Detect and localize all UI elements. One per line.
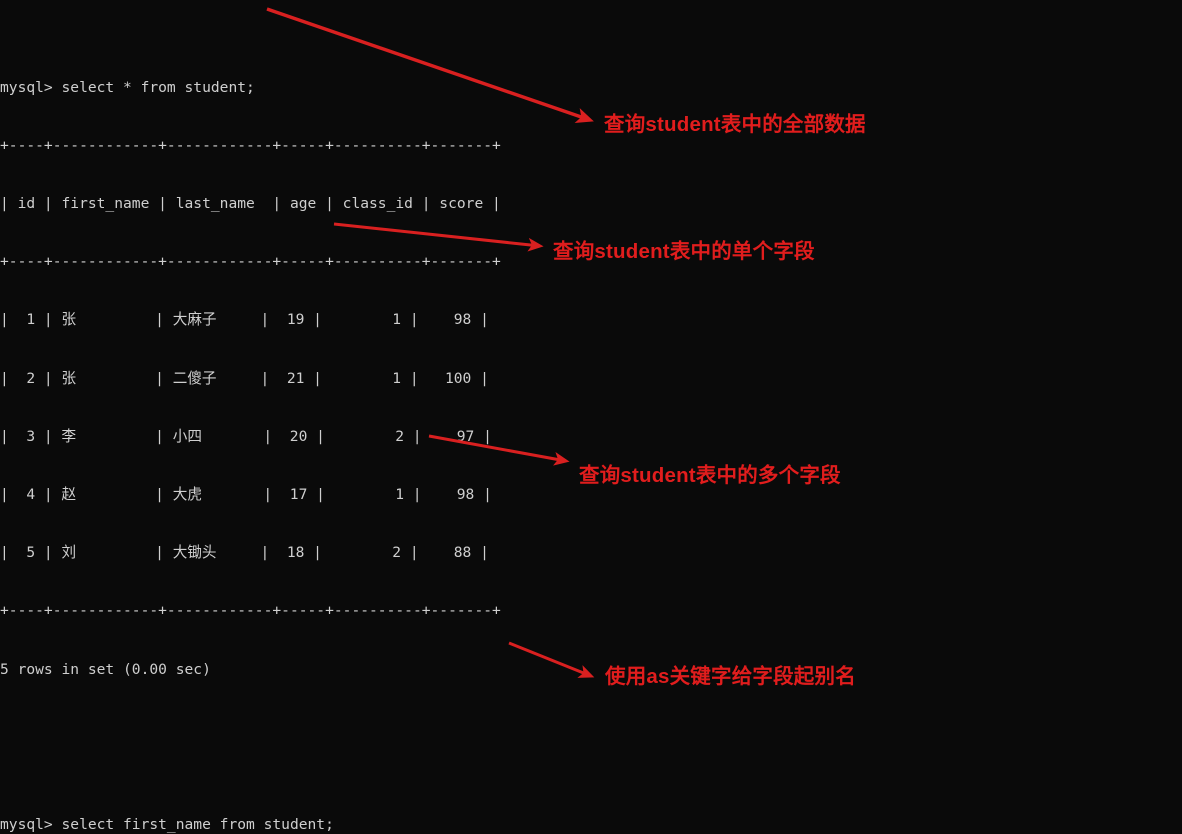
table-row: | 1 | 张 | 大麻子 | 19 | 1 | 98 | [0,311,489,329]
result-status-1: 5 rows in set (0.00 sec) [0,660,211,678]
terminal-screenshot: mysql> select * from student; +----+----… [0,0,1182,834]
annotation-label-select-all: 查询student表中的全部数据 [604,113,866,136]
annotation-label-alias: 使用as关键字给字段起别名 [605,665,856,688]
table-rule-top-1: +----+------------+------------+-----+--… [0,136,501,154]
table-rule-bottom-1: +----+------------+------------+-----+--… [0,602,501,620]
command-line-select-all: mysql> select * from student; [0,78,255,96]
table-header-1: | id | first_name | last_name | age | cl… [0,195,501,213]
annotation-label-multi-column: 查询student表中的多个字段 [579,464,841,487]
annotation-label-single-column: 查询student表中的单个字段 [553,240,815,263]
table-row: | 3 | 李 | 小四 | 20 | 2 | 97 | [0,427,492,445]
table-row: | 2 | 张 | 二傻子 | 21 | 1 | 100 | [0,369,489,387]
table-row: | 5 | 刘 | 大锄头 | 18 | 2 | 88 | [0,544,489,562]
command-line-select-single: mysql> select first_name from student; [0,815,334,833]
terminal-output[interactable]: mysql> select * from student; +----+----… [0,0,1182,834]
